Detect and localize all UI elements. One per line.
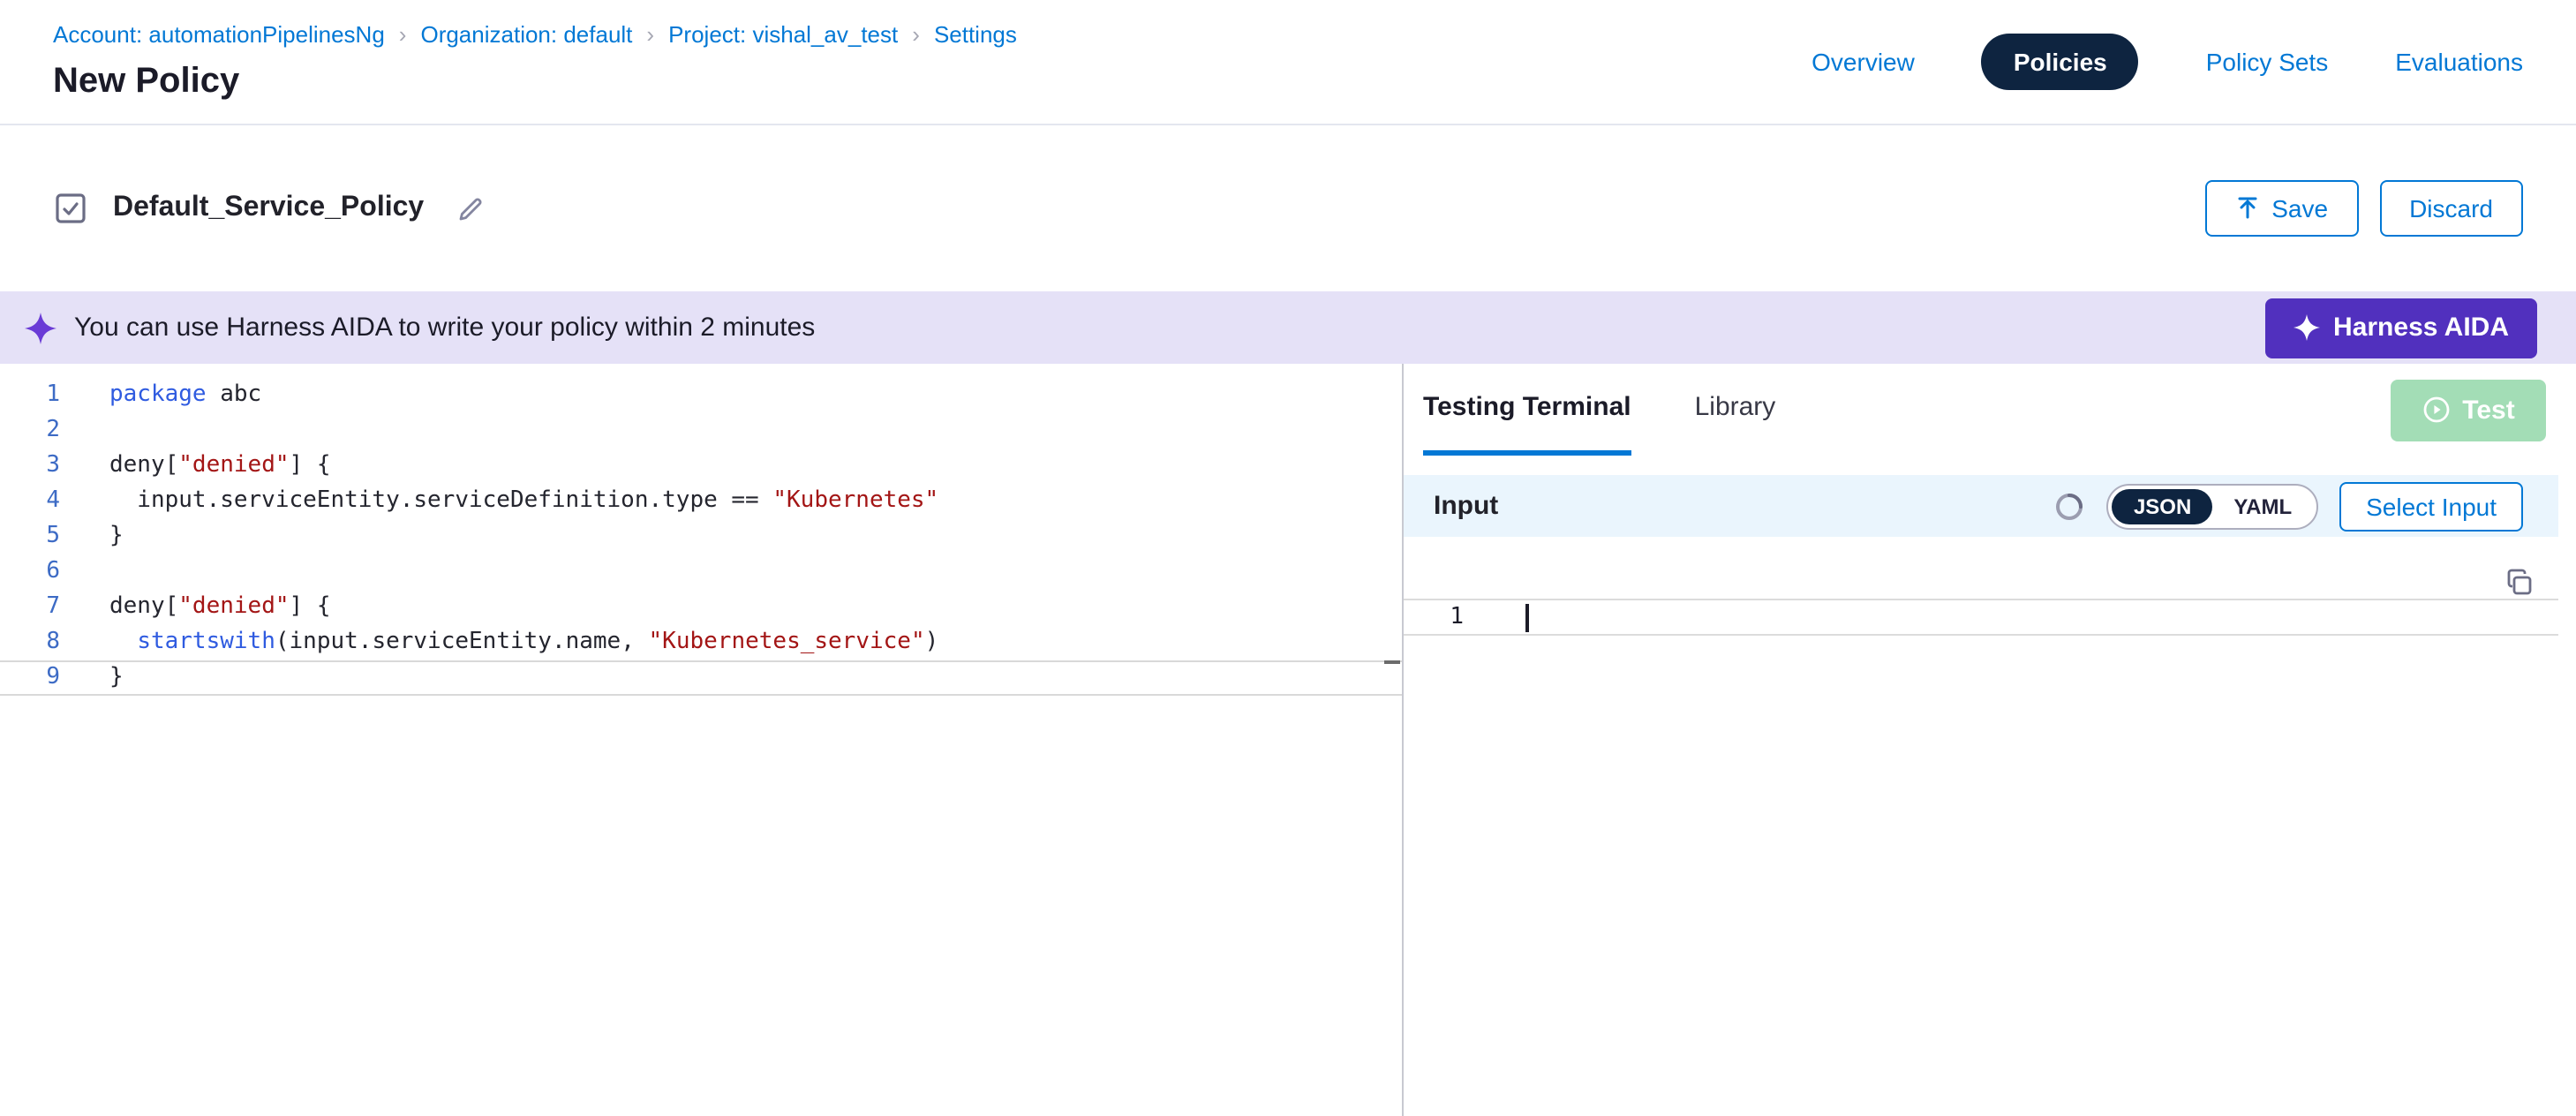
- chevron-right-icon: ›: [399, 21, 407, 48]
- page-header: Account: automationPipelinesNg › Organiz…: [0, 0, 2576, 125]
- code-line[interactable]: 1 package abc: [0, 378, 1402, 413]
- harness-aida-button[interactable]: Harness AIDA: [2264, 298, 2537, 358]
- breadcrumb: Account: automationPipelinesNg › Organiz…: [53, 21, 1017, 48]
- breadcrumb-project[interactable]: Project: vishal_av_test: [668, 21, 898, 48]
- copy-icon[interactable]: [2505, 569, 2534, 606]
- discard-button[interactable]: Discard: [2379, 180, 2523, 237]
- breadcrumb-account[interactable]: Account: automationPipelinesNg: [53, 21, 385, 48]
- aida-banner: You can use Harness AIDA to write your p…: [0, 291, 2576, 364]
- line-number: 6: [0, 554, 81, 590]
- policy-name-group: Default_Service_Policy: [53, 191, 486, 226]
- tab-evaluations[interactable]: Evaluations: [2395, 48, 2523, 76]
- code-line[interactable]: 6: [0, 554, 1402, 590]
- tab-testing-terminal[interactable]: Testing Terminal: [1423, 364, 1631, 456]
- tab-policy-sets[interactable]: Policy Sets: [2206, 48, 2329, 76]
- line-number: 4: [0, 484, 81, 519]
- test-button[interactable]: Test: [2391, 379, 2546, 441]
- line-number: 5: [0, 519, 81, 554]
- aida-button-label: Harness AIDA: [2333, 313, 2509, 343]
- line-number: 8: [0, 625, 81, 660]
- input-header-actions: JSON YAML Select Input: [2054, 481, 2523, 531]
- code-text: startswith(input.serviceEntity.name, "Ku…: [109, 625, 938, 660]
- play-circle-icon: [2422, 396, 2450, 424]
- module-nav-tabs: Overview Policies Policy Sets Evaluation…: [1811, 34, 2523, 90]
- code-text: }: [109, 519, 124, 554]
- select-input-button[interactable]: Select Input: [2339, 481, 2523, 531]
- cursor-position-marker: [1384, 660, 1400, 664]
- aida-banner-message: You can use Harness AIDA to write your p…: [74, 313, 815, 343]
- code-line[interactable]: 2: [0, 413, 1402, 449]
- testing-pane: Testing Terminal Library Test Input: [1404, 364, 2558, 1116]
- policy-actions: Save Discard: [2204, 180, 2523, 237]
- code-text: deny["denied"] {: [109, 449, 331, 484]
- chevron-right-icon: ›: [646, 21, 654, 48]
- save-button[interactable]: Save: [2204, 180, 2358, 237]
- policy-editor[interactable]: 1package abc23deny["denied"] {4 input.se…: [0, 364, 1404, 1116]
- input-editor-line[interactable]: 1: [1404, 599, 2558, 636]
- code-text: deny["denied"] {: [109, 590, 331, 625]
- select-input-label: Select Input: [2366, 492, 2497, 520]
- header-left: Account: automationPipelinesNg › Organiz…: [53, 21, 1017, 102]
- policy-toolbar: Default_Service_Policy Save Discard: [0, 125, 2576, 291]
- code-line[interactable]: 4 input.serviceEntity.serviceDefinition.…: [0, 484, 1402, 519]
- breadcrumb-organization[interactable]: Organization: default: [420, 21, 632, 48]
- format-toggle: JSON YAML: [2107, 483, 2318, 529]
- code-line[interactable]: 9}: [0, 660, 1402, 696]
- workspace: 1package abc23deny["denied"] {4 input.se…: [0, 364, 2576, 1116]
- page-title: New Policy: [53, 62, 1017, 102]
- edit-pencil-icon[interactable]: [456, 193, 486, 223]
- app-window: Account: automationPipelinesNg › Organiz…: [0, 0, 2576, 1116]
- code-line[interactable]: 5}: [0, 519, 1402, 554]
- aida-sparkle-icon: [25, 312, 56, 343]
- refresh-icon[interactable]: [2054, 490, 2086, 522]
- policy-check-icon: [53, 191, 88, 226]
- line-number: 2: [0, 413, 81, 449]
- line-number: 7: [0, 590, 81, 625]
- tab-library[interactable]: Library: [1695, 364, 1776, 456]
- chevron-right-icon: ›: [912, 21, 920, 48]
- line-number: 1: [1404, 604, 1485, 630]
- breadcrumb-settings[interactable]: Settings: [934, 21, 1017, 48]
- code-text: }: [109, 662, 124, 694]
- policy-name: Default_Service_Policy: [113, 192, 424, 224]
- input-editor[interactable]: 1: [1404, 537, 2558, 1116]
- upload-arrow-icon: [2234, 196, 2259, 221]
- code-text: package abc: [109, 378, 261, 413]
- line-number: 9: [0, 662, 81, 694]
- aida-sparkle-icon: [2293, 314, 2319, 341]
- line-number: 1: [0, 378, 81, 413]
- code-line[interactable]: 8 startswith(input.serviceEntity.name, "…: [0, 625, 1402, 660]
- format-json[interactable]: JSON: [2113, 488, 2212, 524]
- policy-editor-lines: 1package abc23deny["denied"] {4 input.se…: [0, 378, 1402, 696]
- tab-overview[interactable]: Overview: [1811, 48, 1915, 76]
- tab-policies[interactable]: Policies: [1982, 34, 2139, 90]
- code-line[interactable]: 3 deny["denied"] {: [0, 449, 1402, 484]
- line-number: 3: [0, 449, 81, 484]
- test-button-label: Test: [2462, 395, 2514, 425]
- save-button-label: Save: [2271, 194, 2328, 222]
- terminal-tabbar: Testing Terminal Library Test: [1404, 364, 2558, 456]
- format-yaml[interactable]: YAML: [2212, 488, 2313, 524]
- code-line[interactable]: 7 deny["denied"] {: [0, 590, 1402, 625]
- text-cursor: [1525, 603, 1529, 631]
- discard-button-label: Discard: [2409, 194, 2493, 222]
- input-header: Input JSON YAML Select Input: [1404, 475, 2558, 537]
- input-label: Input: [1434, 491, 1498, 521]
- code-text: input.serviceEntity.serviceDefinition.ty…: [109, 484, 938, 519]
